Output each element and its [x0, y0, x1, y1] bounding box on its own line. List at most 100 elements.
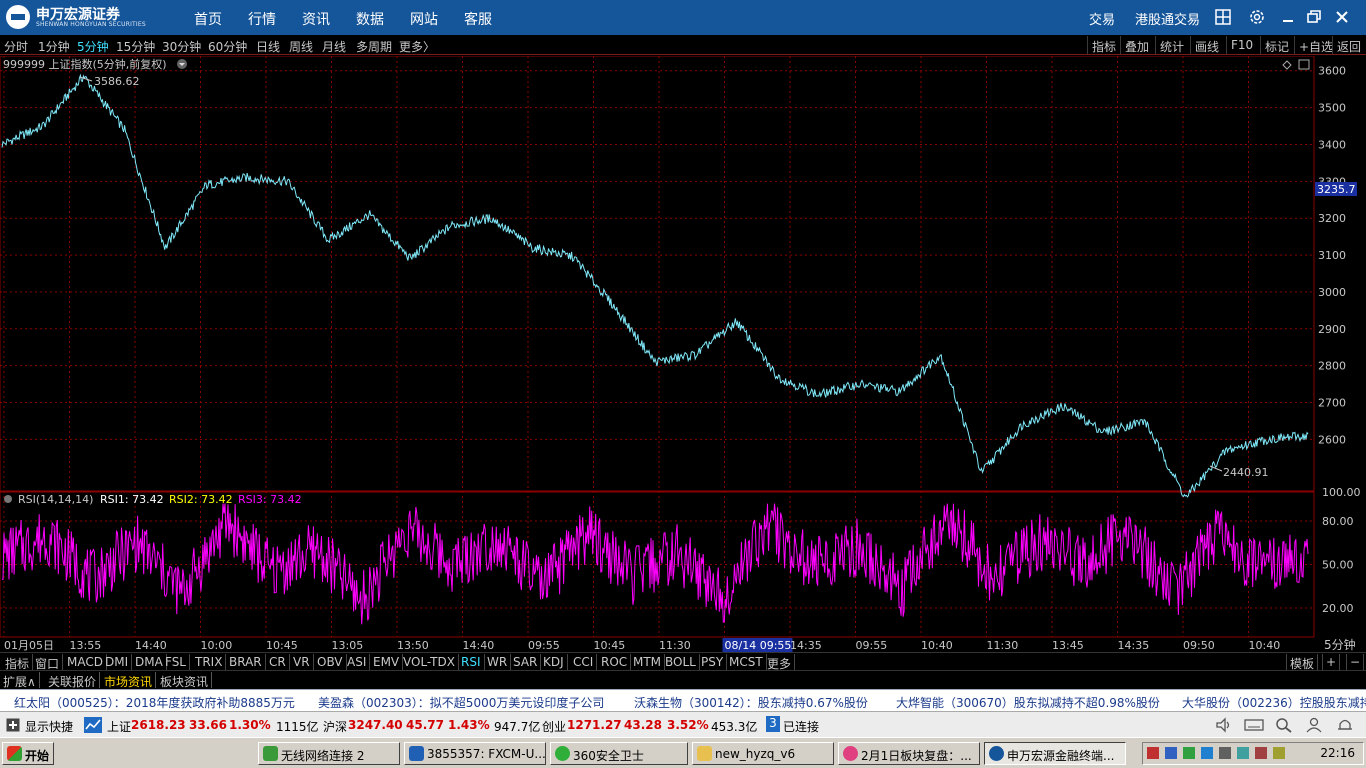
rsi-dropdown-icon[interactable] — [4, 495, 12, 503]
indicator-tab-mcst[interactable]: MCST — [726, 654, 767, 670]
tray-icon[interactable] — [1273, 747, 1285, 759]
indicator-tab-[interactable]: 更多 — [764, 654, 796, 671]
timeframe-label[interactable]: 5分钟 — [1324, 637, 1356, 652]
network-icon[interactable] — [1237, 747, 1249, 759]
main-chart-title[interactable]: 999999 上证指数(5分钟,前复权) — [3, 57, 167, 71]
info-tab-expand[interactable]: 扩展∧ — [0, 672, 40, 689]
template-button[interactable]: 模板 — [1286, 654, 1319, 671]
news-item[interactable]: 大烨智能（300670）股东拟减持不超0.98%股份 — [896, 694, 1160, 711]
tool-stats[interactable]: 统计 — [1155, 36, 1188, 54]
sh-index-name[interactable]: 上证 — [107, 718, 131, 735]
indicator-tab-boll[interactable]: BOLL — [662, 654, 700, 670]
kline-chart-svg[interactable]: 3600350034003300320031003000290028002700… — [0, 56, 1366, 654]
info-tab-sector-news[interactable]: 板块资讯 — [157, 672, 213, 689]
period-timeshare[interactable]: 分时 — [4, 38, 28, 55]
tool-overlay[interactable]: 叠加 — [1120, 36, 1153, 54]
diamond-icon[interactable] — [1282, 60, 1292, 70]
nav-news[interactable]: 资讯 — [302, 9, 330, 29]
task-360-security[interactable]: 360安全卫士 — [550, 742, 688, 765]
nav-website[interactable]: 网站 — [410, 9, 438, 29]
period-multi[interactable]: 多周期 — [356, 38, 392, 55]
indicator-tab-sar[interactable]: SAR — [510, 654, 542, 670]
plus-icon[interactable] — [6, 718, 20, 732]
indicator-tab-[interactable]: 指标 — [2, 654, 34, 671]
tray-icon[interactable] — [1255, 747, 1267, 759]
indicator-tab-vr[interactable]: VR — [290, 654, 314, 670]
task-fxcm[interactable]: 3855357: FXCM-U... — [404, 742, 546, 765]
remove-panel-button[interactable]: − — [1346, 654, 1365, 670]
indicator-tab-cr[interactable]: CR — [266, 654, 290, 670]
nav-data[interactable]: 数据 — [356, 9, 384, 29]
period-daily[interactable]: 日线 — [256, 38, 280, 55]
nav-service[interactable]: 客服 — [464, 9, 492, 29]
bluetooth-icon[interactable] — [1201, 747, 1213, 759]
indicator-tab-dmi[interactable]: DMI — [102, 654, 133, 670]
start-button[interactable]: 开始 — [2, 742, 54, 765]
panel-toggle-icon[interactable] — [1298, 59, 1310, 70]
restore-icon[interactable] — [1305, 8, 1323, 26]
tray-icon[interactable] — [1165, 747, 1177, 759]
period-30min[interactable]: 30分钟 — [162, 38, 201, 55]
indicator-tab-wr[interactable]: WR — [484, 654, 512, 670]
indicator-tab-fsl[interactable]: FSL — [162, 654, 190, 670]
nav-quotes[interactable]: 行情 — [248, 9, 276, 29]
indicator-tab-[interactable]: 窗口 — [32, 654, 64, 671]
gear-icon[interactable] — [1248, 8, 1266, 26]
period-weekly[interactable]: 周线 — [289, 38, 313, 55]
news-item[interactable]: 沃森生物（300142）：股东减持0.67%股份 — [634, 694, 868, 711]
indicator-tab-rsi[interactable]: RSI — [458, 654, 485, 670]
period-15min[interactable]: 15分钟 — [116, 38, 155, 55]
task-browser[interactable]: 2月1日板块复盘：... — [838, 742, 980, 765]
hs-index-name[interactable]: 沪深 — [323, 718, 347, 735]
nav-home[interactable]: 首页 — [194, 9, 222, 29]
period-more[interactable]: 更多〉 — [399, 38, 435, 55]
show-shortcuts[interactable]: 显示快捷 — [25, 718, 73, 735]
indicator-tab-brar[interactable]: BRAR — [226, 654, 266, 670]
tool-mark[interactable]: 标记 — [1260, 36, 1293, 54]
tool-f10[interactable]: F10 — [1226, 36, 1257, 54]
indicator-tab-emv[interactable]: EMV — [370, 654, 404, 670]
task-wireless[interactable]: 无线网络连接 2 — [258, 742, 400, 765]
search-icon[interactable] — [1275, 717, 1293, 733]
layout-grid-icon[interactable] — [1214, 8, 1232, 26]
connection-status[interactable]: 已连接 — [783, 718, 819, 735]
tool-indicator[interactable]: 指标 — [1087, 36, 1120, 54]
indicator-tab-trix[interactable]: TRIX — [192, 654, 227, 670]
news-item[interactable]: 红太阳（000525）：2018年度获政府补助8885万元 — [14, 694, 295, 711]
rsi-name[interactable]: RSI(14,14,14) — [18, 493, 93, 506]
period-monthly[interactable]: 月线 — [322, 38, 346, 55]
indicator-tab-roc[interactable]: ROC — [598, 654, 632, 670]
add-panel-button[interactable]: + — [1322, 654, 1341, 670]
indicator-tab-mtm[interactable]: MTM — [630, 654, 666, 670]
tool-add-watchlist[interactable]: +自选 — [1294, 36, 1337, 54]
volume-icon[interactable] — [1219, 747, 1231, 759]
bell-icon[interactable] — [1336, 717, 1354, 733]
indicator-tab-psy[interactable]: PSY — [698, 654, 728, 670]
tool-draw[interactable]: 画线 — [1190, 36, 1223, 54]
news-item[interactable]: 美盈森（002303）：拟不超5000万美元设印度子公司 — [318, 694, 604, 711]
indicator-tab-macd[interactable]: MACD — [64, 654, 107, 670]
info-tab-market-news[interactable]: 市场资讯 — [101, 672, 157, 689]
tool-back[interactable]: 返回 — [1332, 36, 1365, 54]
hk-connect-trade-link[interactable]: 港股通交易 — [1135, 9, 1200, 28]
chart-area[interactable]: 3600 3500 3400 3300 3200 3100 3000 2900 2800 2700… — [0, 56, 1366, 654]
indicator-tab-voltdx[interactable]: VOL-TDX — [400, 654, 459, 670]
indicator-tab-obv[interactable]: OBV — [314, 654, 347, 670]
trade-link[interactable]: 交易 — [1089, 9, 1115, 28]
tray-icon[interactable] — [1147, 747, 1159, 759]
clock[interactable]: 22:16 — [1320, 746, 1355, 760]
minimize-icon[interactable] — [1279, 8, 1297, 26]
close-icon[interactable] — [1333, 8, 1351, 26]
user-icon[interactable] — [1305, 717, 1323, 733]
speaker-icon[interactable] — [1215, 717, 1233, 733]
info-tab-related-quotes[interactable]: 关联报价 — [45, 672, 101, 689]
period-60min[interactable]: 60分钟 — [208, 38, 247, 55]
indicator-tab-kdj[interactable]: KDJ — [540, 654, 568, 670]
indicator-tab-asi[interactable]: ASI — [344, 654, 371, 670]
brand-logo[interactable]: 申万宏源证券 SHENWAN HONGYUAN SECURITIES — [6, 4, 146, 30]
period-5min[interactable]: 5分钟 — [77, 38, 109, 55]
cy-index-name[interactable]: 创业 — [542, 718, 566, 735]
trend-chart-icon[interactable] — [84, 717, 102, 733]
task-folder[interactable]: new_hyzq_v6 — [692, 742, 834, 765]
news-item[interactable]: 大华股份（002236）控股股东减持 — [1182, 694, 1366, 711]
